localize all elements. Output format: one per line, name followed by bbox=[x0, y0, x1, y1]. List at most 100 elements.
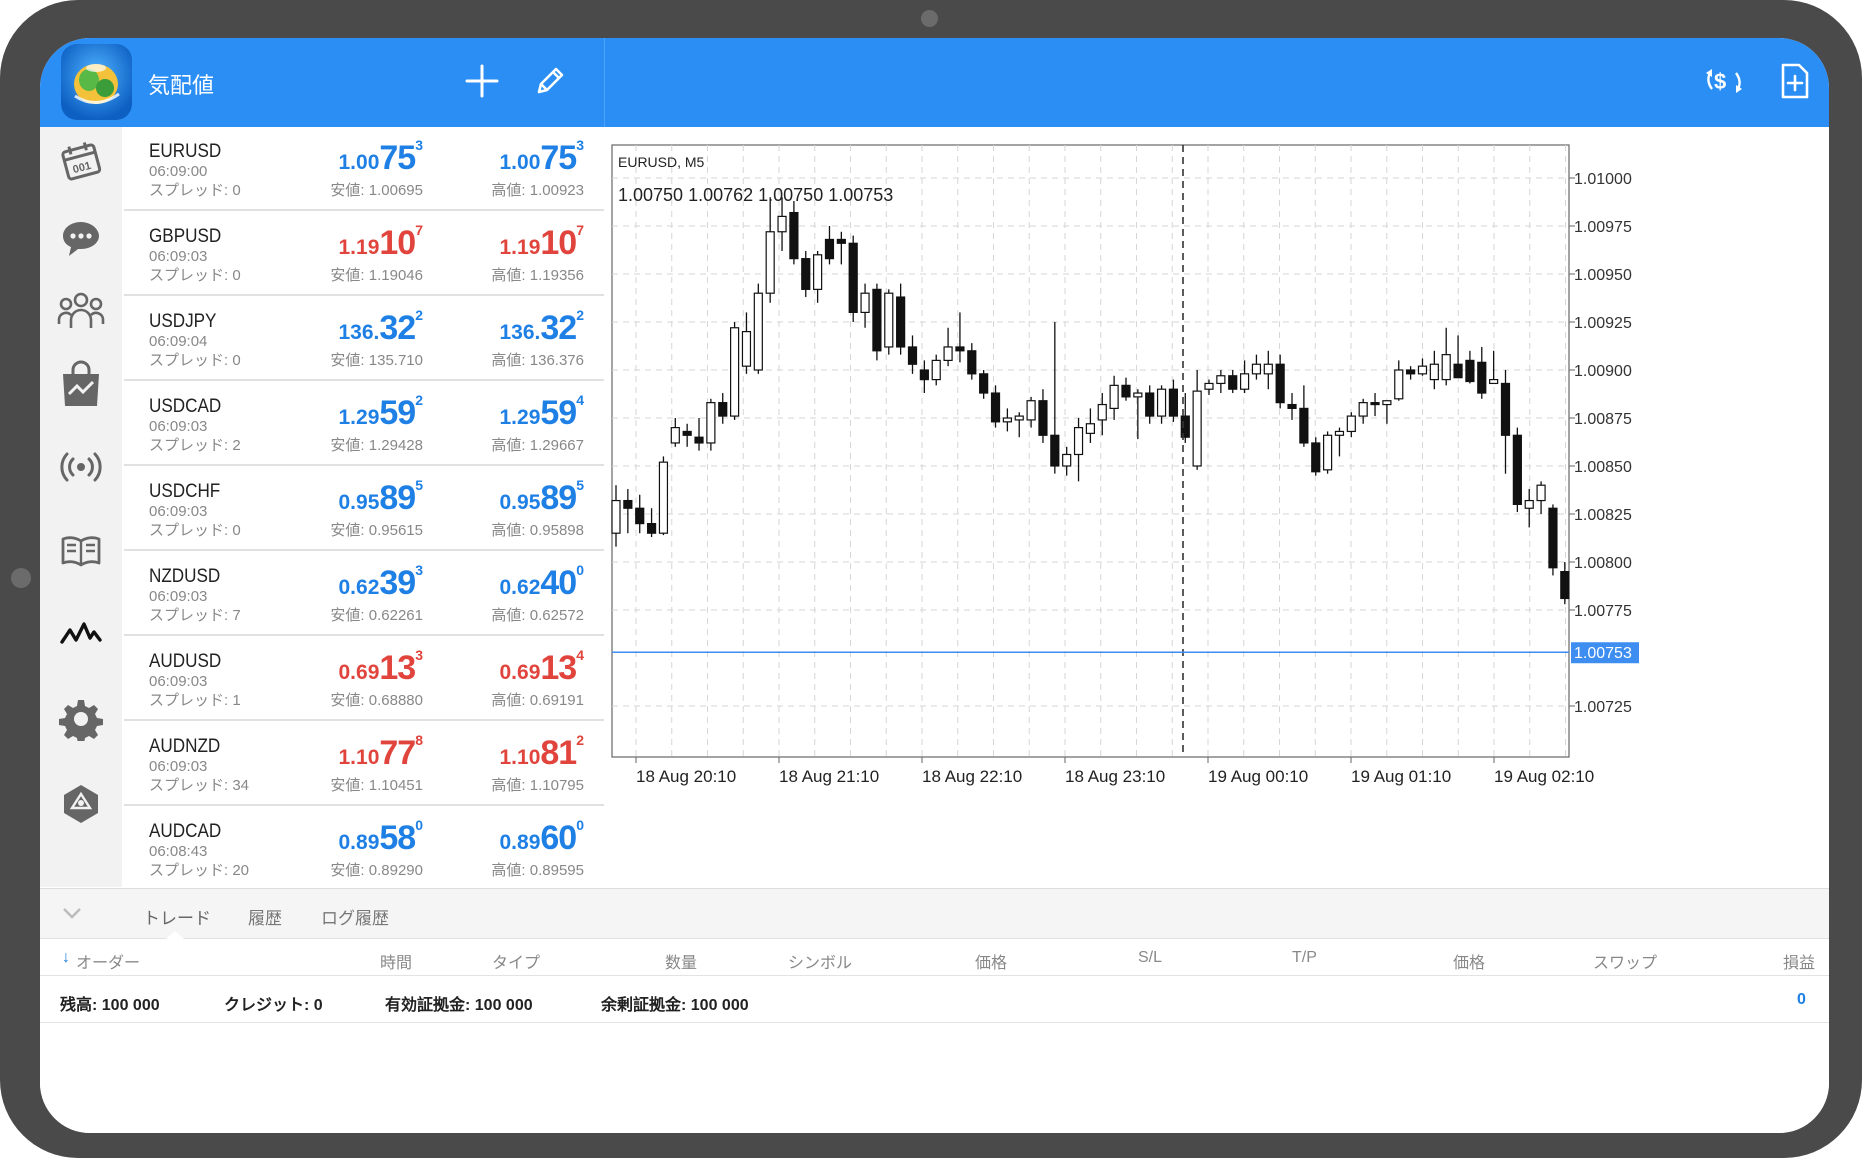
col-type[interactable]: タイプ bbox=[492, 949, 540, 973]
side-button-dot bbox=[11, 568, 31, 588]
quote-row[interactable]: AUDCAD 06:08:43 スプレッド: 20 0.89580 0.89600 安値:… bbox=[124, 807, 604, 887]
candle-body bbox=[1085, 423, 1095, 434]
collapse-icon[interactable] bbox=[60, 903, 84, 928]
sidebar-item-settings[interactable] bbox=[51, 691, 111, 751]
candle-body bbox=[1406, 369, 1416, 375]
chart-panel[interactable]: 1.01000 1.00975 1.00950 1.00925 1.00900 1.008… bbox=[605, 127, 1829, 887]
credit: クレジット: 0 bbox=[224, 997, 323, 1014]
bid-price: 136.322 bbox=[338, 307, 424, 347]
candle-body bbox=[1560, 571, 1570, 600]
ask-price: 1.19107 bbox=[499, 222, 585, 262]
sidebar-item-signals[interactable] bbox=[51, 439, 111, 499]
candle-body bbox=[1228, 375, 1238, 390]
quote-row[interactable]: NZDUSD 06:09:03 スプレッド: 7 0.62393 0.62400 安値: … bbox=[124, 552, 604, 636]
ask-price: 1.29594 bbox=[499, 392, 585, 432]
candle-body bbox=[789, 211, 799, 260]
sort-arrow-icon[interactable]: ↓ bbox=[62, 949, 70, 967]
col-price-current[interactable]: 価格 bbox=[1453, 949, 1485, 973]
sidebar-item-chart[interactable] bbox=[51, 605, 111, 665]
chart-symbol-button[interactable]: $ bbox=[1698, 57, 1750, 109]
candle-body bbox=[1145, 392, 1155, 417]
candle-body bbox=[1263, 363, 1273, 375]
quote-row[interactable]: USDJPY 06:09:04 スプレッド: 0 136.322 136.322 安値: … bbox=[124, 297, 604, 381]
candle-body bbox=[1109, 384, 1119, 409]
quote-symbol: AUDCAD bbox=[149, 821, 222, 842]
free-margin: 余剰証拠金: 100 000 bbox=[601, 997, 749, 1014]
candle-body bbox=[1239, 373, 1250, 390]
sidebar-item-calendar[interactable]: 001 bbox=[51, 133, 111, 193]
sidebar-item-chat[interactable] bbox=[51, 211, 111, 271]
col-time[interactable]: 時間 bbox=[380, 949, 412, 973]
col-profit[interactable]: 損益 bbox=[1783, 949, 1815, 973]
quote-spread: スプレッド: 2 bbox=[149, 437, 241, 454]
bid-price: 0.62393 bbox=[338, 562, 424, 602]
quote-row[interactable]: GBPUSD 06:09:03 スプレッド: 0 1.19107 1.19107 安値: … bbox=[124, 212, 604, 296]
candle-body bbox=[1429, 363, 1439, 381]
candle-body bbox=[1322, 434, 1333, 471]
quote-row[interactable]: USDCAD 06:09:03 スプレッド: 2 1.29592 1.29594 安値: … bbox=[124, 382, 604, 466]
quote-row[interactable]: EURUSD 06:09:00 スプレッド: 0 1.00753 1.00753 安値: … bbox=[124, 127, 604, 211]
col-volume[interactable]: 数量 bbox=[665, 949, 697, 973]
y-tick-label: 1.01000 bbox=[1574, 171, 1632, 188]
quote-row[interactable]: USDCHF 06:09:03 スプレッド: 0 0.95895 0.95895 安値: … bbox=[124, 467, 604, 551]
add-symbol-button[interactable] bbox=[456, 57, 508, 109]
y-tick-label: 1.00800 bbox=[1574, 555, 1632, 572]
quote-row[interactable]: AUDNZD 06:09:03 スプレッド: 34 1.10778 1.10812 安値:… bbox=[124, 722, 604, 806]
quote-symbol: USDCAD bbox=[149, 396, 222, 417]
quote-spread: スプレッド: 0 bbox=[149, 352, 241, 369]
sidebar-item-market[interactable] bbox=[51, 357, 111, 417]
sidebar-item-community[interactable] bbox=[51, 282, 111, 342]
candle-body bbox=[729, 327, 740, 417]
edit-button[interactable] bbox=[524, 57, 576, 109]
col-swap[interactable]: スワップ bbox=[1593, 949, 1657, 973]
x-tick-label: 19 Aug 00:10 bbox=[1208, 767, 1308, 786]
x-tick-label: 18 Aug 23:10 bbox=[1065, 767, 1165, 786]
edit-icon bbox=[533, 64, 567, 103]
tab-log-history[interactable]: ログ履歴 bbox=[321, 904, 389, 929]
tab-trade[interactable]: トレード bbox=[143, 904, 211, 929]
bid-price: 0.69133 bbox=[338, 647, 424, 687]
tab-history[interactable]: 履歴 bbox=[248, 904, 282, 929]
sidebar-item-journal[interactable] bbox=[51, 523, 111, 583]
ask-price: 136.322 bbox=[499, 307, 585, 347]
y-tick-label: 1.00925 bbox=[1574, 315, 1632, 332]
col-tp[interactable]: T/P bbox=[1292, 949, 1317, 967]
candle-body bbox=[646, 523, 657, 534]
col-price[interactable]: 価格 bbox=[975, 949, 1007, 973]
high-price: 高値: 1.10795 bbox=[491, 777, 584, 794]
candle-body bbox=[860, 292, 870, 313]
col-sl[interactable]: S/L bbox=[1138, 949, 1162, 967]
candle-body bbox=[931, 359, 941, 381]
quote-symbol: EURUSD bbox=[149, 141, 222, 162]
ask-price: 0.89600 bbox=[499, 817, 585, 857]
candle-body bbox=[896, 296, 906, 348]
col-order[interactable]: オーダー bbox=[76, 949, 140, 973]
quote-time: 06:09:03 bbox=[149, 758, 208, 775]
signals-icon bbox=[59, 449, 103, 490]
candle-body bbox=[848, 242, 858, 314]
candle-body bbox=[1275, 363, 1285, 404]
community-icon bbox=[57, 288, 105, 337]
candle-body bbox=[706, 402, 716, 444]
candle-body bbox=[1216, 375, 1226, 385]
orders-header: ↓ オーダー 時間 タイプ 数量 シンボル 価格 S/L T/P 価格 スワップ… bbox=[40, 940, 1829, 976]
equity: 有効証拠金: 100 000 bbox=[385, 997, 533, 1014]
candle-body bbox=[884, 292, 894, 348]
candle-body bbox=[1500, 382, 1511, 436]
price-chart[interactable]: 1.01000 1.00975 1.00950 1.00925 1.00900 1.008… bbox=[605, 127, 1829, 887]
candle-body bbox=[1038, 400, 1048, 436]
quote-row[interactable]: AUDUSD 06:09:03 スプレッド: 1 0.69133 0.69134 安値: … bbox=[124, 637, 604, 721]
y-tick-label: 1.00975 bbox=[1574, 219, 1632, 236]
y-tick-label: 1.00950 bbox=[1574, 267, 1632, 284]
new-order-button[interactable] bbox=[1769, 57, 1821, 109]
app-logo[interactable] bbox=[61, 44, 132, 120]
settings-icon bbox=[59, 697, 103, 746]
high-price: 高値: 0.89595 bbox=[491, 862, 584, 879]
candle-body bbox=[635, 507, 645, 525]
high-price: 高値: 1.29667 bbox=[491, 437, 584, 454]
quote-symbol: AUDUSD bbox=[149, 651, 222, 672]
high-price: 高値: 0.69191 bbox=[491, 692, 584, 709]
col-symbol[interactable]: シンボル bbox=[788, 949, 852, 973]
candle-body bbox=[1097, 403, 1107, 421]
sidebar-item-traders-community[interactable] bbox=[51, 776, 111, 836]
